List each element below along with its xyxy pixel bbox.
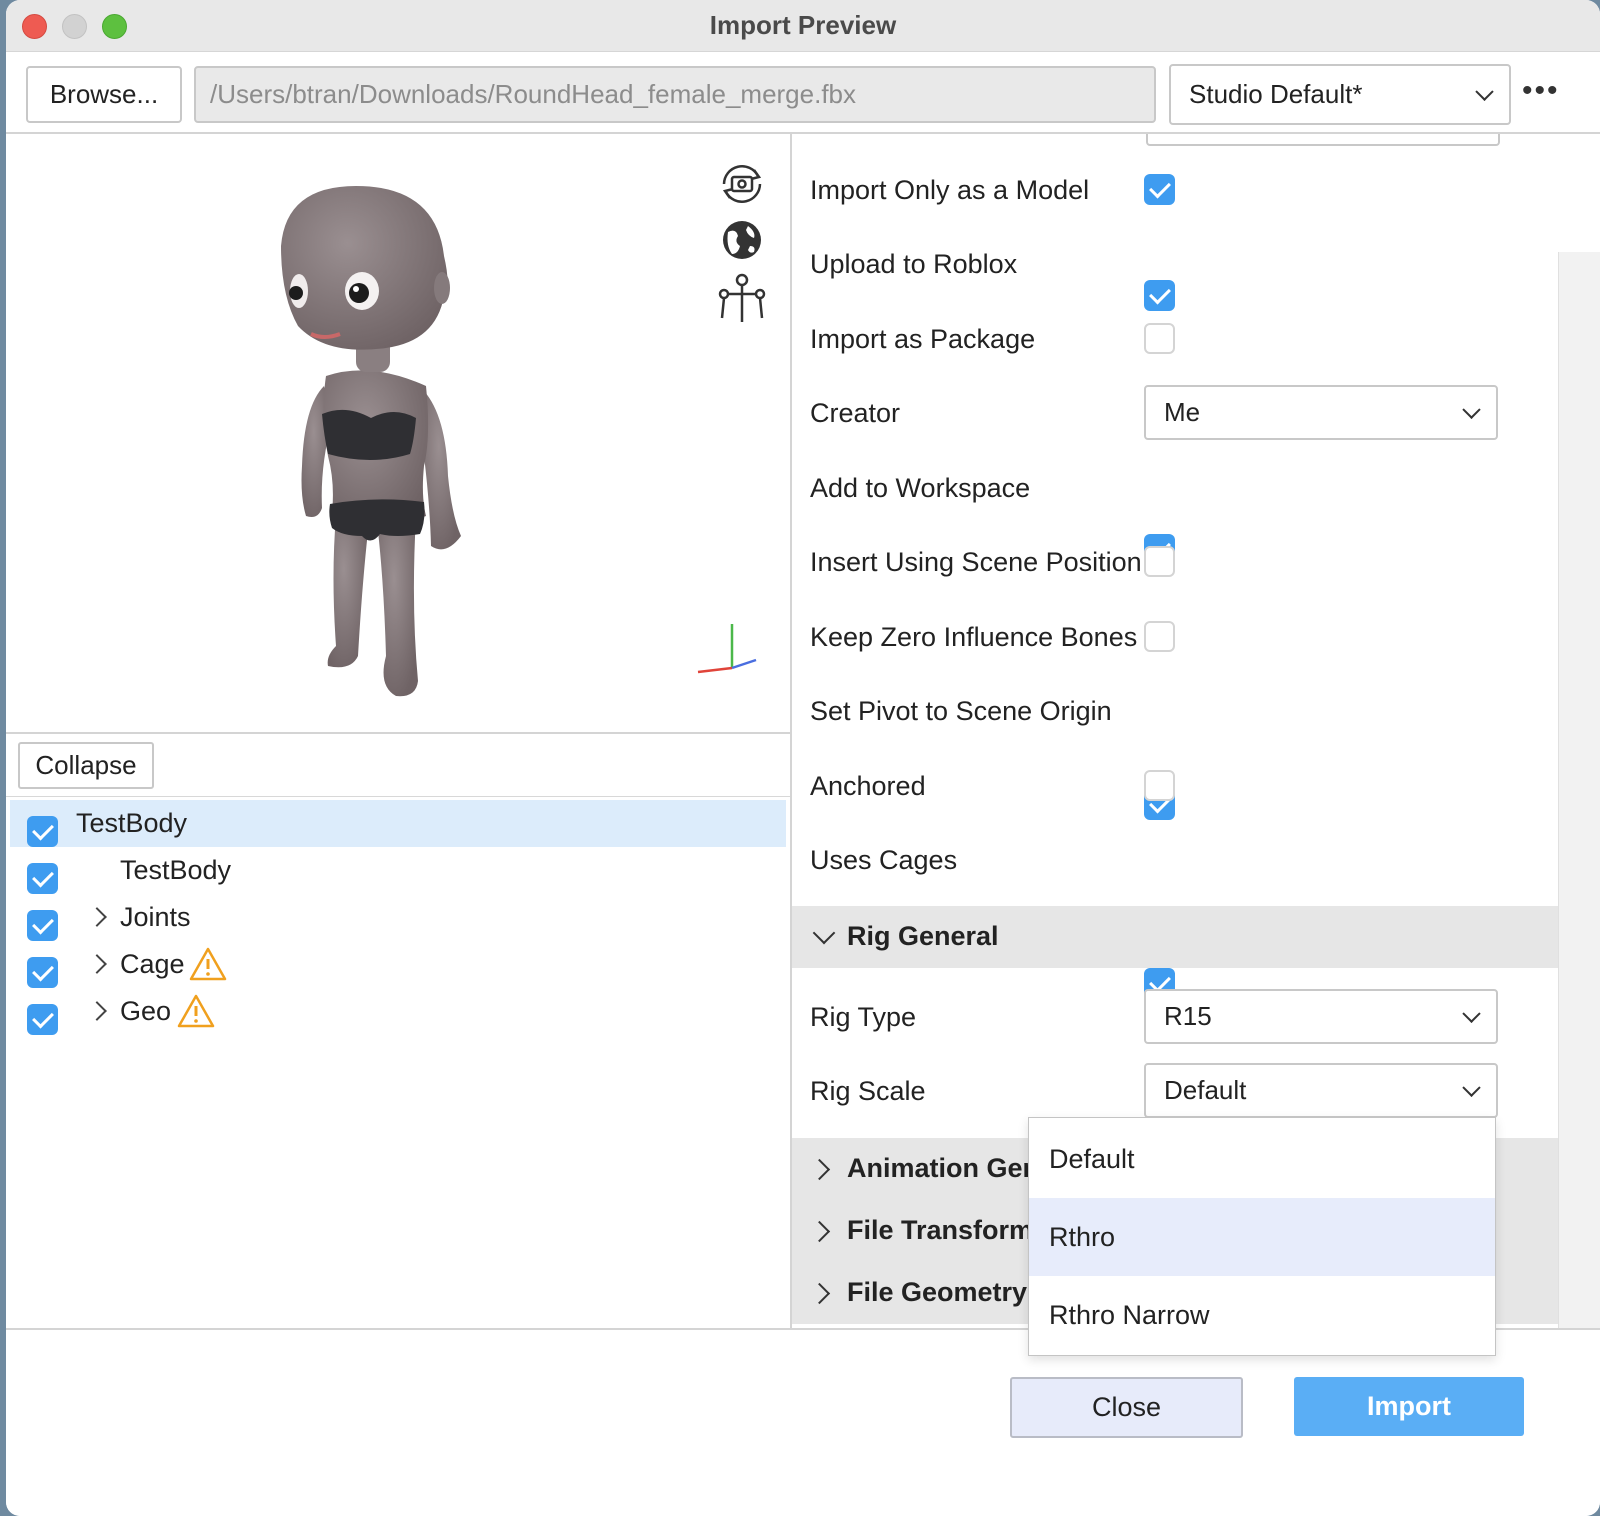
property-label: Set Pivot to Scene Origin xyxy=(810,696,1112,726)
chevron-right-icon[interactable] xyxy=(87,1001,107,1021)
keep-zero-influence-bones-checkbox[interactable] xyxy=(1144,621,1175,652)
chevron-down-icon xyxy=(1462,400,1481,419)
item-checkbox[interactable] xyxy=(27,957,58,988)
property-label: Creator xyxy=(810,398,901,428)
property-label: Upload to Roblox xyxy=(810,249,1018,279)
rig-scale-value: Default xyxy=(1164,1075,1247,1105)
model-viewport[interactable] xyxy=(6,136,790,732)
rig-scale-dropdown[interactable]: Default xyxy=(1144,1063,1498,1118)
chevron-down-icon xyxy=(1462,1078,1481,1097)
anchored-checkbox[interactable] xyxy=(1144,770,1175,801)
rig-icon[interactable] xyxy=(714,272,770,326)
import-only-as-model-checkbox[interactable] xyxy=(1144,174,1175,205)
tree-item-label: TestBody xyxy=(120,855,232,885)
section-title: Rig General xyxy=(847,921,999,951)
option-rthro-narrow[interactable]: Rthro Narrow xyxy=(1029,1276,1495,1354)
dialog-footer: Close Import xyxy=(6,1328,1600,1516)
option-rthro[interactable]: Rthro xyxy=(1029,1198,1495,1276)
chevron-right-icon xyxy=(808,1158,831,1181)
scrollbar[interactable] xyxy=(1558,252,1600,1328)
tree-item[interactable]: TestBody xyxy=(10,800,786,847)
tree-item[interactable]: Joints xyxy=(10,894,786,941)
tree-item[interactable]: Cage xyxy=(10,941,786,988)
option-default[interactable]: Default xyxy=(1029,1120,1495,1198)
property-label: Anchored xyxy=(810,771,926,801)
item-checkbox[interactable] xyxy=(27,1004,58,1035)
chevron-right-icon xyxy=(808,1220,831,1243)
warning-icon[interactable] xyxy=(176,993,216,1029)
property-label: Import Only as a Model xyxy=(810,175,1090,205)
property-label: Uses Cages xyxy=(810,845,958,875)
viewport-tools xyxy=(714,158,770,334)
creator-dropdown[interactable]: Me xyxy=(1144,385,1498,440)
insert-using-scene-position-checkbox[interactable] xyxy=(1144,546,1175,577)
property-label: Add to Workspace xyxy=(810,473,1031,503)
section-rig-general[interactable]: Rig General xyxy=(792,906,1558,968)
property-label: Import as Package xyxy=(810,324,1036,354)
chevron-down-icon xyxy=(812,921,836,945)
item-checkbox[interactable] xyxy=(27,863,58,894)
chevron-right-icon[interactable] xyxy=(87,954,107,974)
tree-item[interactable]: Geo xyxy=(10,988,786,1035)
rig-type-value: R15 xyxy=(1164,1001,1212,1031)
more-options-button[interactable]: ••• xyxy=(1522,74,1560,108)
rig-type-dropdown[interactable]: R15 xyxy=(1144,989,1498,1044)
toolbar: Browse... /Users/btran/Downloads/RoundHe… xyxy=(6,52,1600,134)
partial-field xyxy=(1146,134,1500,146)
section-title: File Geometry xyxy=(847,1277,1028,1307)
file-path-field[interactable]: /Users/btran/Downloads/RoundHead_female_… xyxy=(194,66,1156,123)
chevron-right-icon[interactable] xyxy=(87,907,107,927)
upload-to-roblox-checkbox[interactable] xyxy=(1144,280,1175,311)
window-title: Import Preview xyxy=(709,10,897,40)
import-button[interactable]: Import xyxy=(1294,1377,1524,1436)
creator-value: Me xyxy=(1164,397,1201,427)
camera-rotate-icon[interactable] xyxy=(714,158,770,210)
warning-icon[interactable] xyxy=(188,946,228,982)
preset-dropdown[interactable]: Studio Default* xyxy=(1169,64,1511,125)
property-label: Rig Scale xyxy=(810,1076,926,1106)
chevron-right-icon xyxy=(808,1282,831,1305)
tree-item-label: Cage xyxy=(120,949,185,979)
collapse-button[interactable]: Collapse xyxy=(18,742,154,789)
globe-icon[interactable] xyxy=(714,218,770,264)
import-as-package-checkbox[interactable] xyxy=(1144,323,1175,354)
preset-value: Studio Default* xyxy=(1189,79,1363,109)
character-model-preview xyxy=(281,186,461,697)
chevron-down-icon xyxy=(1462,1004,1481,1023)
close-button[interactable]: Close xyxy=(1010,1377,1243,1438)
import-preview-window: Import Preview Browse... /Users/btran/Do… xyxy=(6,0,1600,1516)
property-label: Rig Type xyxy=(810,1002,917,1032)
chevron-down-icon xyxy=(1475,82,1494,101)
title-bar: Import Preview xyxy=(6,0,1600,52)
property-label: Insert Using Scene Position xyxy=(810,547,1142,577)
tree-item-label: Geo xyxy=(120,996,172,1026)
item-checkbox[interactable] xyxy=(27,910,58,941)
tree-item[interactable]: TestBody xyxy=(10,847,786,894)
divider xyxy=(6,796,790,797)
axis-gizmo xyxy=(697,624,757,674)
browse-button[interactable]: Browse... xyxy=(26,66,182,123)
tree-item-label: TestBody xyxy=(76,808,188,838)
section-title: File Transform xyxy=(847,1215,1034,1245)
rig-scale-options-menu: Default Rthro Rthro Narrow xyxy=(1028,1117,1496,1356)
item-checkbox[interactable] xyxy=(27,816,58,847)
property-label: Keep Zero Influence Bones xyxy=(810,622,1138,652)
hierarchy-panel: Collapse TestBody TestBody Joints Cage G… xyxy=(6,732,790,1328)
tree-item-label: Joints xyxy=(120,902,191,932)
